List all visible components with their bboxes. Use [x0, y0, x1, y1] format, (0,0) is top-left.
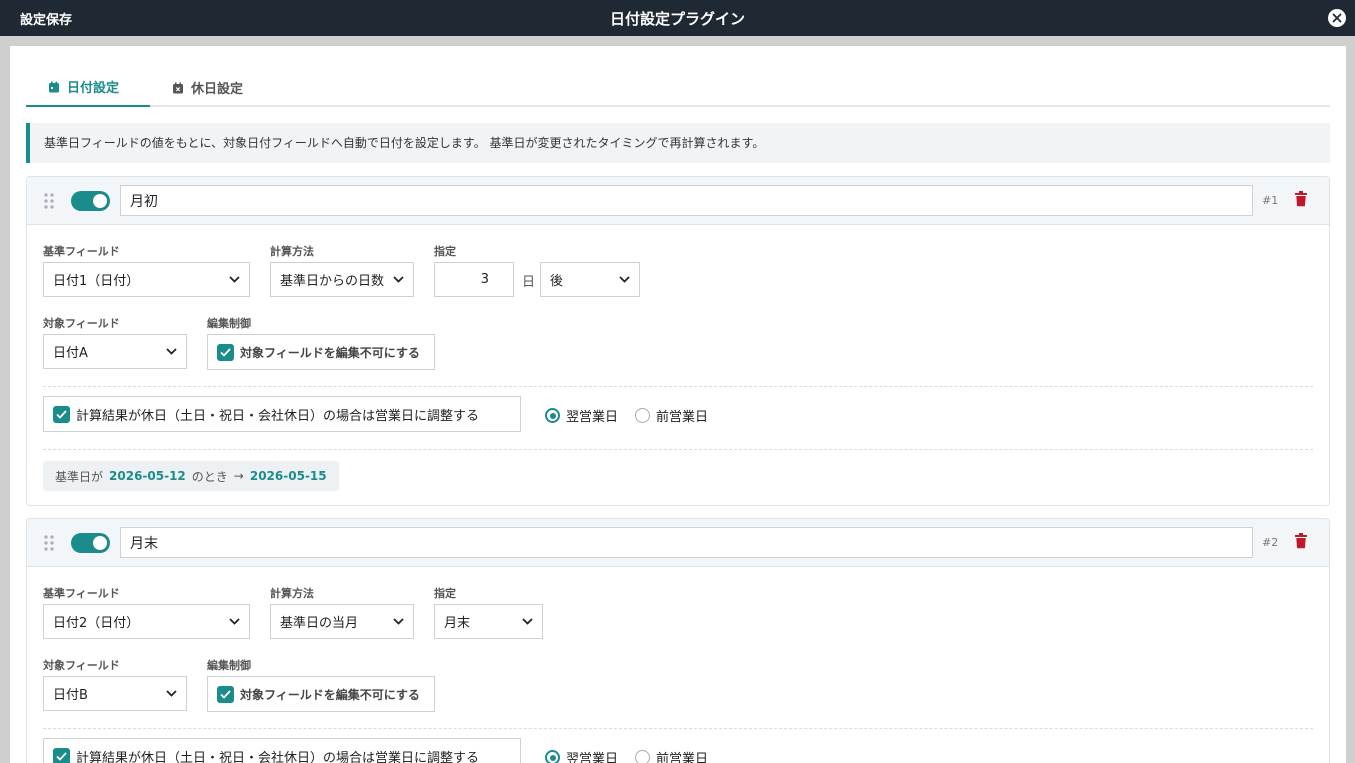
chevron-down-icon — [229, 618, 240, 625]
divider — [43, 728, 1313, 729]
base-field-label: 基準フィールド — [43, 245, 120, 258]
edit-lock-checkbox[interactable]: 対象フィールドを編集不可にする — [207, 676, 435, 712]
tab-date-settings[interactable]: 日付設定 — [26, 68, 150, 107]
title-bar: 設定保存 日付設定プラグイン — [0, 0, 1355, 36]
chevron-down-icon — [166, 690, 177, 697]
calendar-icon — [49, 81, 59, 92]
radio-next-business-day[interactable]: 翌営業日 — [545, 748, 618, 763]
close-icon — [1332, 13, 1342, 23]
drag-handle-icon[interactable] — [44, 193, 54, 209]
method-label: 計算方法 — [270, 587, 314, 600]
rule-header: #1 — [27, 177, 1329, 225]
rule-header: #2 — [27, 519, 1329, 567]
offset-days-input[interactable]: 3 — [434, 262, 514, 297]
target-field-label: 対象フィールド — [43, 659, 120, 672]
radio-prev-business-day[interactable]: 前営業日 — [635, 748, 708, 763]
rule-name-input[interactable] — [120, 527, 1253, 558]
spec-label: 指定 — [434, 587, 456, 600]
target-field-label: 対象フィールド — [43, 317, 120, 330]
holiday-adjust-checkbox[interactable]: 計算結果が休日（土日・祝日・会社休日）の場合は営業日に調整する — [43, 396, 521, 432]
radio-prev-business-day[interactable]: 前営業日 — [635, 406, 708, 425]
chevron-down-icon — [229, 276, 240, 283]
edit-control-label: 編集制御 — [207, 317, 251, 330]
target-field-select[interactable]: 日付A — [43, 334, 187, 369]
edit-control-label: 編集制御 — [207, 659, 251, 672]
chevron-down-icon — [166, 348, 177, 355]
divider — [43, 386, 1313, 387]
tab-bar: 日付設定 休日設定 — [26, 68, 1330, 107]
method-select[interactable]: 基準日の当月 — [270, 604, 414, 639]
offset-direction-select[interactable]: 後 — [540, 262, 640, 297]
day-unit: 日 — [522, 275, 536, 290]
method-label: 計算方法 — [270, 245, 314, 258]
rule-card: #2 基準フィールド 日付2（日付） 計算方法 基準日の当月 指定 月末 対象フ… — [26, 518, 1330, 763]
holiday-adjust-checkbox[interactable]: 計算結果が休日（土日・祝日・会社休日）の場合は営業日に調整する — [43, 738, 521, 763]
checkmark-icon — [217, 685, 234, 703]
target-field-select[interactable]: 日付B — [43, 676, 187, 711]
rule-index: #2 — [1262, 536, 1279, 549]
base-field-select[interactable]: 日付2（日付） — [43, 604, 250, 639]
drag-handle-icon[interactable] — [44, 535, 54, 551]
base-field-label: 基準フィールド — [43, 587, 120, 600]
radio-unselected-icon — [635, 750, 650, 763]
rule-index: #1 — [1262, 194, 1279, 207]
rule-card: #1 基準フィールド 日付1（日付） 計算方法 基準日からの日数 指定 3 日 … — [26, 176, 1330, 506]
base-field-select[interactable]: 日付1（日付） — [43, 262, 250, 297]
preview-result-date: 2026-05-15 — [249, 469, 327, 483]
info-banner: 基準日フィールドの値をもとに、対象日付フィールドへ自動で日付を設定します。 基準… — [26, 123, 1330, 163]
method-select[interactable]: 基準日からの日数 — [270, 262, 414, 297]
radio-selected-icon — [545, 408, 560, 423]
calendar-x-icon — [173, 82, 183, 93]
divider — [43, 449, 1313, 450]
rule-enabled-toggle[interactable] — [71, 191, 110, 211]
radio-next-business-day[interactable]: 翌営業日 — [545, 406, 618, 425]
chevron-down-icon — [393, 618, 404, 625]
edit-lock-checkbox[interactable]: 対象フィールドを編集不可にする — [207, 334, 435, 370]
tab-label: 休日設定 — [191, 82, 244, 97]
checkmark-icon — [53, 747, 70, 763]
rule-enabled-toggle[interactable] — [71, 533, 110, 553]
checkmark-icon — [53, 405, 70, 423]
delete-icon[interactable] — [1294, 191, 1308, 207]
radio-unselected-icon — [635, 408, 650, 423]
rule-name-input[interactable] — [120, 185, 1253, 216]
chevron-down-icon — [393, 276, 404, 283]
arrow-icon: → — [233, 469, 244, 483]
tab-holiday-settings[interactable]: 休日設定 — [150, 68, 265, 107]
chevron-down-icon — [522, 618, 533, 625]
close-button[interactable] — [1328, 9, 1346, 27]
checkmark-icon — [217, 343, 234, 361]
tab-label: 日付設定 — [67, 81, 120, 96]
settings-panel: 日付設定 休日設定 基準日フィールドの値をもとに、対象日付フィールドへ自動で日付… — [10, 46, 1346, 763]
spec-select[interactable]: 月末 — [434, 604, 543, 639]
delete-icon[interactable] — [1294, 533, 1308, 549]
app-title: 日付設定プラグイン — [609, 10, 745, 28]
spec-label: 指定 — [434, 245, 456, 258]
chevron-down-icon — [619, 276, 630, 283]
radio-selected-icon — [545, 750, 560, 763]
preview-base-date: 2026-05-12 — [109, 469, 186, 483]
preview-box: 基準日が 2026-05-12 のとき → 2026-05-15 — [43, 461, 339, 491]
